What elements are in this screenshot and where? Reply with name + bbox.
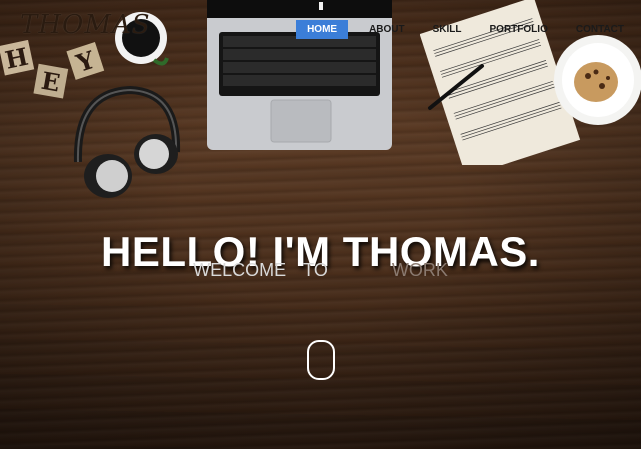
mouse-scroll-icon[interactable]	[307, 340, 335, 380]
nav-portfolio[interactable]: PORTFOLIO	[479, 20, 559, 39]
subtitle-word-work: WORK	[391, 260, 448, 280]
site-logo[interactable]: THOMAS	[20, 10, 151, 40]
hero-section: H E Y THOMAS HOME ABOUT SKILL PORTFOLIO …	[0, 0, 641, 449]
subtitle-word-to: TO	[303, 260, 328, 280]
headphones-image	[73, 85, 181, 198]
nav-home[interactable]: HOME	[296, 20, 349, 39]
subtitle-word-welcome: WELCOME	[193, 260, 287, 280]
cookie-plate-image	[554, 35, 641, 125]
nav-skill[interactable]: SKILL	[422, 20, 473, 39]
main-nav: HOME ABOUT SKILL PORTFOLIO CONTACT	[296, 20, 641, 39]
hero-subtitle: WELCOME TO WORK	[0, 260, 641, 281]
nav-contact[interactable]: CONTACT	[565, 20, 635, 39]
nav-about[interactable]: ABOUT	[358, 20, 416, 39]
